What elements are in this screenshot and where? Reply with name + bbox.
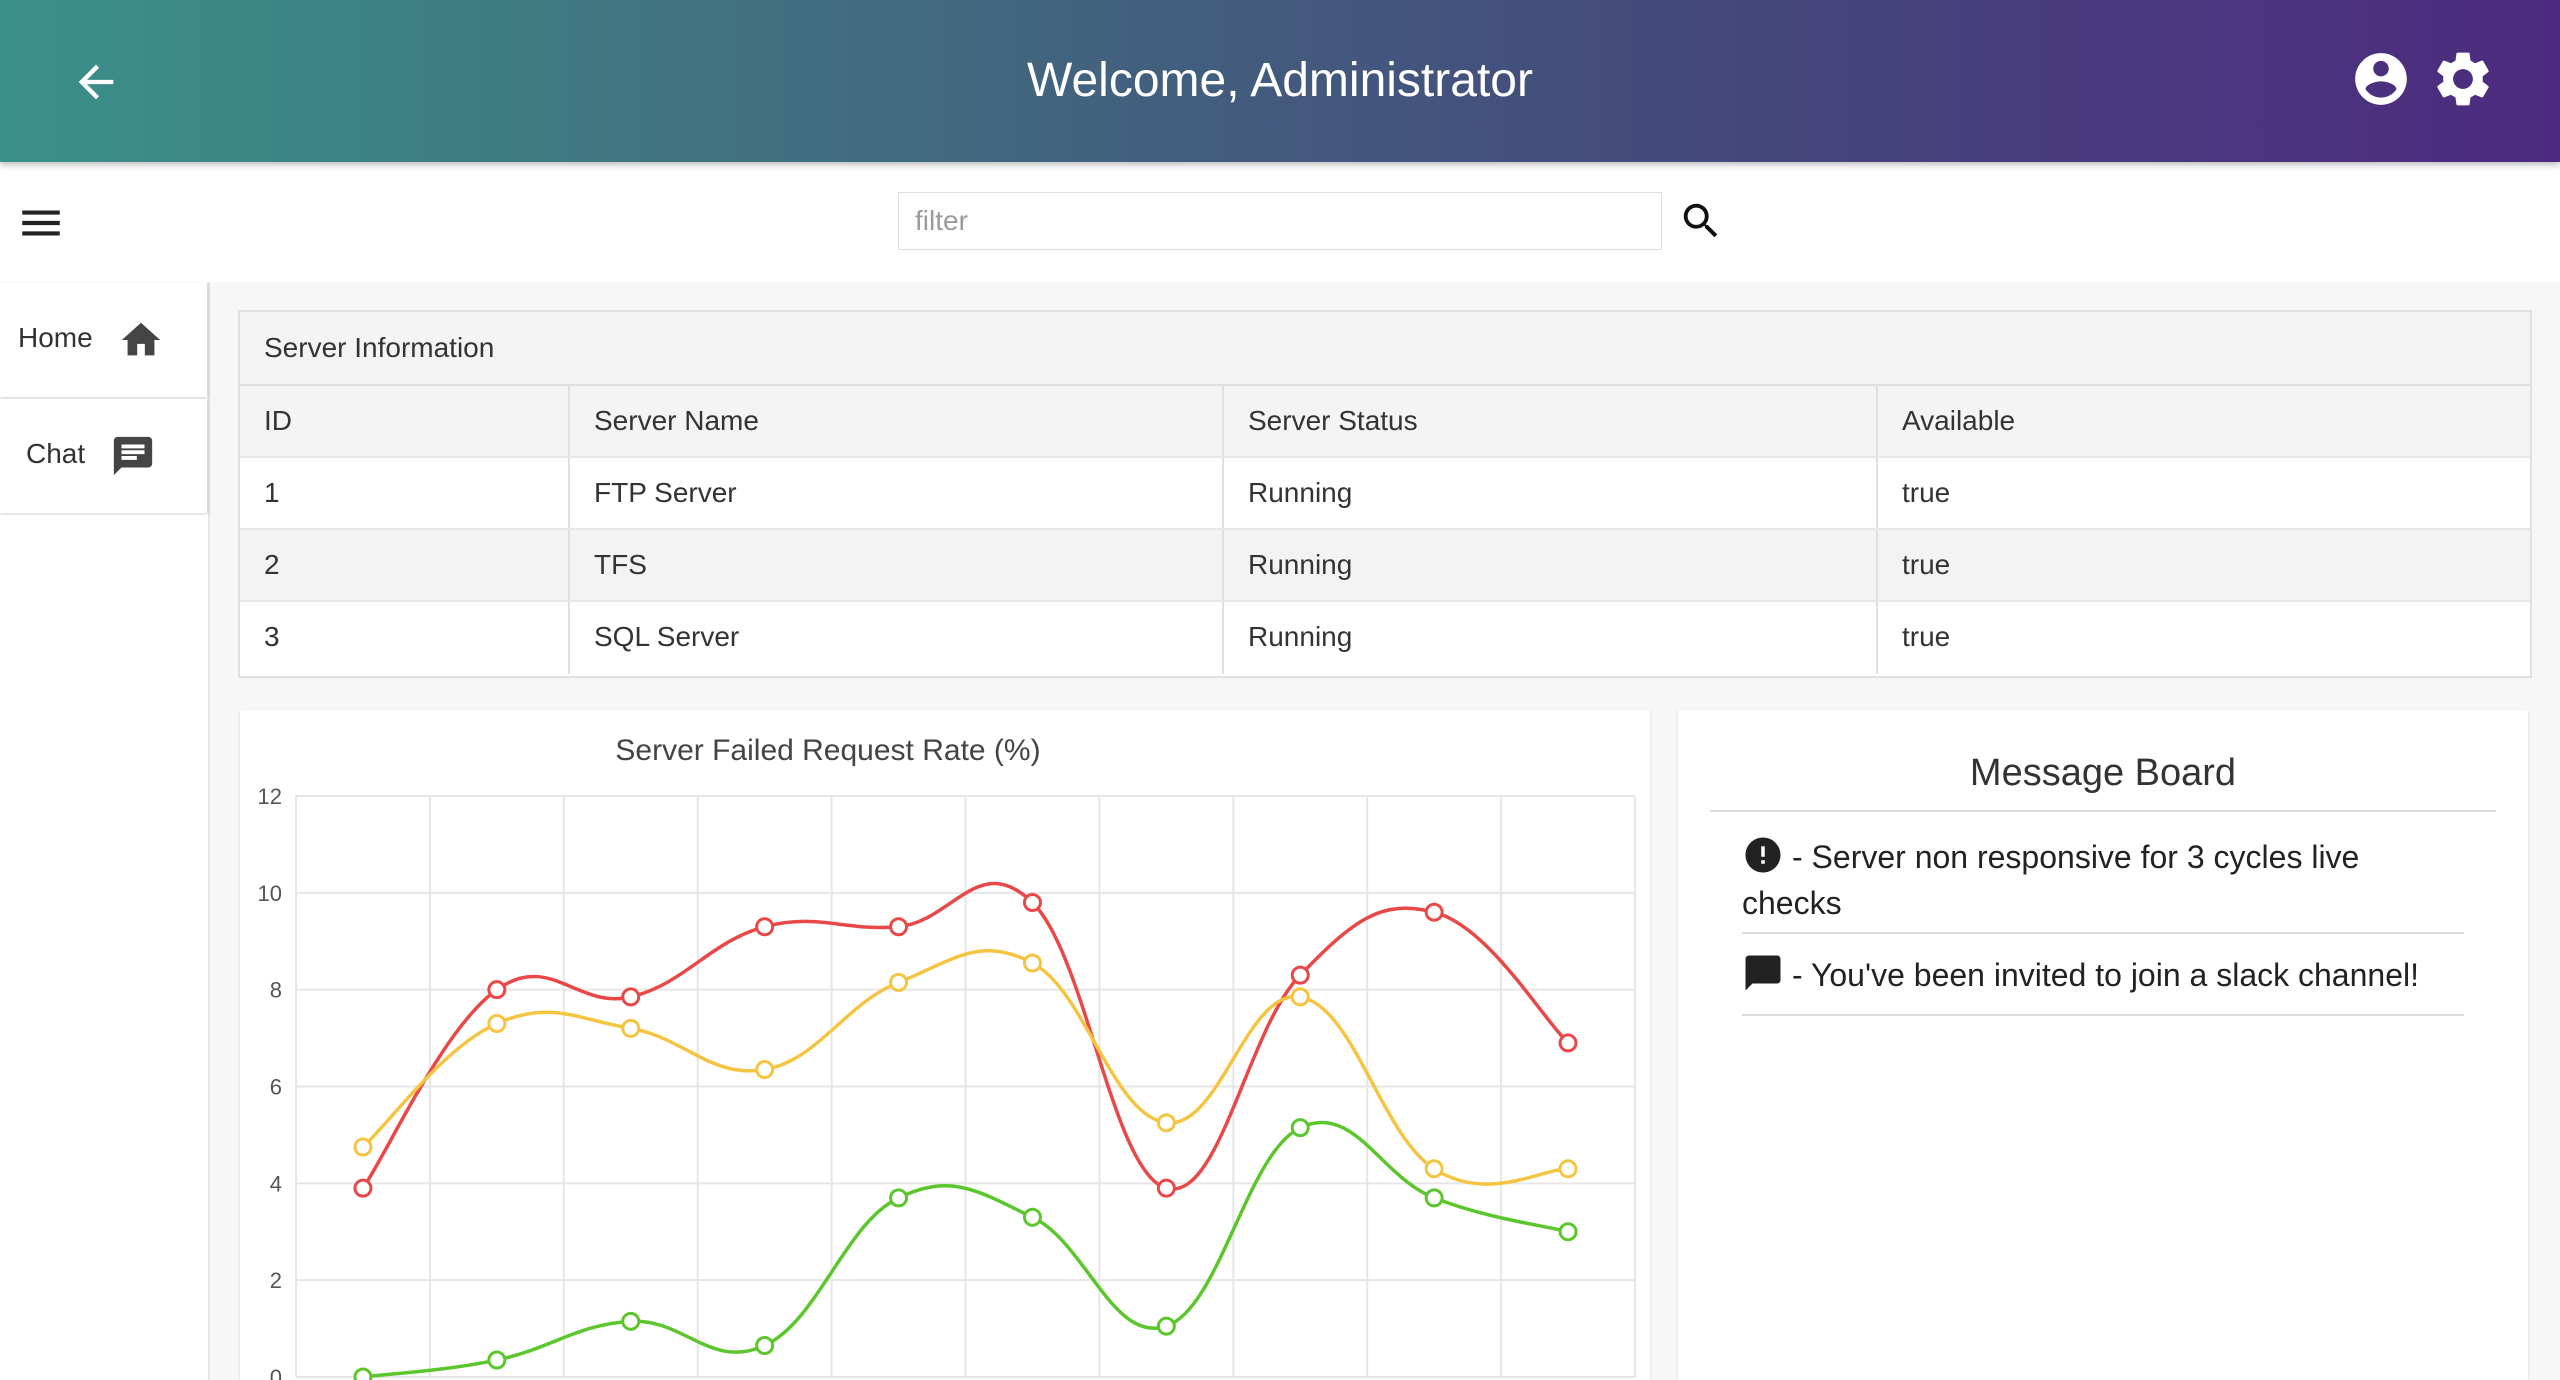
app-header: Welcome, Administrator <box>0 0 2560 162</box>
y-tick-label: 2 <box>270 1268 282 1293</box>
alert-circle-icon <box>1745 837 1781 873</box>
chart-data-point[interactable] <box>487 1350 507 1370</box>
message-board: Message Board - Server non responsive fo… <box>1678 710 2528 1380</box>
table-cell-server-name: SQL Server <box>570 602 1224 674</box>
table-cell-server-name: FTP Server <box>570 458 1224 528</box>
message-text: - You've been invited to join a slack ch… <box>1792 957 2419 993</box>
chart-data-point[interactable] <box>487 980 507 1000</box>
y-tick-label: 4 <box>270 1171 282 1196</box>
table-cell-server-status: Running <box>1224 458 1878 528</box>
column-header-server-status: Server Status <box>1224 386 1878 456</box>
chart-data-point[interactable] <box>889 917 909 937</box>
chart-data-point[interactable] <box>889 1188 909 1208</box>
column-header-id: ID <box>240 386 570 456</box>
chat-message-icon <box>113 436 153 476</box>
message-item[interactable]: - You've been invited to join a slack ch… <box>1742 952 2464 1016</box>
sidebar-item-home[interactable]: Home <box>0 283 208 397</box>
table-cell-server-status: Running <box>1224 530 1878 600</box>
chart-data-point[interactable] <box>1290 965 1310 985</box>
sidebar-item-label: Home <box>18 322 93 353</box>
chart-data-point[interactable] <box>487 1014 507 1034</box>
chart-data-point[interactable] <box>755 917 775 937</box>
table-header-row: ID Server Name Server Status Available <box>240 386 2530 458</box>
table-cell-server-name: TFS <box>570 530 1224 600</box>
gear-icon[interactable] <box>2430 46 2496 112</box>
chart-data-point[interactable] <box>1156 1316 1176 1336</box>
table-row[interactable]: 1 FTP Server Running true <box>240 458 2530 530</box>
chart-data-point[interactable] <box>1424 902 1444 922</box>
table-caption: Server Information <box>240 312 2530 386</box>
chart-data-point[interactable] <box>353 1137 373 1157</box>
search-icon[interactable] <box>1678 198 1724 244</box>
chart-data-point[interactable] <box>621 1018 641 1038</box>
chart-data-point[interactable] <box>1156 1113 1176 1133</box>
chart-data-point[interactable] <box>1424 1159 1444 1179</box>
table-cell-available: true <box>1902 477 1951 508</box>
table-cell-available: true <box>1902 549 1951 580</box>
failed-request-rate-chart: Server Failed Request Rate (%) 0 2 4 6 8 10 12 <box>258 734 1636 1380</box>
table-cell-id: 2 <box>240 530 570 600</box>
table-row[interactable]: 3 SQL Server Running true <box>240 602 2530 674</box>
y-tick-label: 12 <box>258 784 282 809</box>
chart-data-point[interactable] <box>1290 1118 1310 1138</box>
page-title: Welcome, Administrator <box>1027 54 1533 107</box>
table-row[interactable]: 2 TFS Running true <box>240 530 2530 602</box>
y-tick-label: 10 <box>258 881 282 906</box>
message-board-title: Message Board <box>1710 734 2496 812</box>
home-icon <box>121 322 161 356</box>
chart-data-point[interactable] <box>1290 987 1310 1007</box>
chart-data-point[interactable] <box>889 972 909 992</box>
table-cell-id: 1 <box>240 458 570 528</box>
table-cell-server-status: Running <box>1224 602 1878 674</box>
table-cell-id: 3 <box>240 602 570 674</box>
message-text: - Server non responsive for 3 cycles liv… <box>1742 839 2360 921</box>
account-circle-icon[interactable] <box>2350 48 2412 110</box>
chart-data-point[interactable] <box>621 987 641 1007</box>
table-cell-available: true <box>1902 621 1951 652</box>
chart-data-point[interactable] <box>1156 1178 1176 1198</box>
chat-message-icon <box>1745 955 1781 991</box>
chart-data-point[interactable] <box>1558 1159 1578 1179</box>
chart-data-point[interactable] <box>621 1311 641 1331</box>
chart-data-point[interactable] <box>1022 893 1042 913</box>
y-tick-label: 0 <box>270 1365 282 1380</box>
chart-data-point[interactable] <box>1558 1033 1578 1053</box>
chart-data-point[interactable] <box>1558 1222 1578 1242</box>
column-header-available: Available <box>1902 405 2016 436</box>
sidebar-item-chat[interactable]: Chat <box>0 399 208 513</box>
chart-title: Server Failed Request Rate (%) <box>615 734 1040 767</box>
chart-data-point[interactable] <box>755 1336 775 1356</box>
y-tick-label: 6 <box>270 1075 282 1100</box>
chart-data-point[interactable] <box>1022 1207 1042 1227</box>
y-tick-label: 8 <box>270 978 282 1003</box>
hamburger-menu-icon[interactable] <box>16 198 66 248</box>
chart-data-point[interactable] <box>353 1367 373 1380</box>
chart-data-point[interactable] <box>755 1060 775 1080</box>
server-info-table: Server Information ID Server Name Server… <box>238 310 2532 678</box>
chart-data-point[interactable] <box>353 1178 373 1198</box>
column-header-server-name: Server Name <box>570 386 1224 456</box>
message-item[interactable]: - Server non responsive for 3 cycles liv… <box>1742 834 2464 934</box>
sidebar-item-label: Chat <box>26 438 86 469</box>
filter-input[interactable] <box>898 192 1662 250</box>
failed-request-chart-card: Server Failed Request Rate (%) 0 2 4 6 8 10 12 <box>240 710 1650 1380</box>
chart-data-point[interactable] <box>1022 953 1042 973</box>
chart-data-point[interactable] <box>1424 1188 1444 1208</box>
